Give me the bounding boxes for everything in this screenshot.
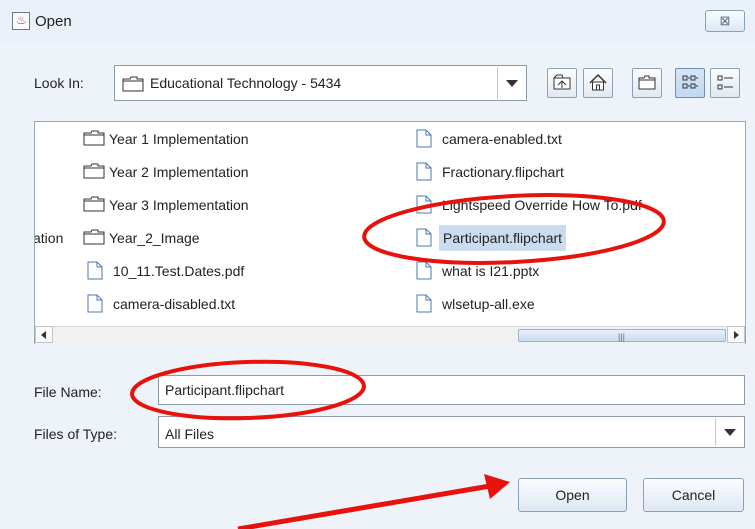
file-icon [416, 129, 432, 148]
list-view-button[interactable] [675, 68, 705, 98]
truncated-name: ation [34, 230, 64, 246]
scroll-right-button[interactable] [727, 326, 745, 343]
file-icon [87, 294, 103, 313]
cancel-button[interactable]: Cancel [643, 478, 744, 512]
annotation-arrow-shaft [237, 483, 491, 529]
files-of-type-value: All Files [165, 426, 215, 442]
file-name: Year_2_Image [109, 230, 200, 246]
file-name: Lightspeed Override How To.pdf [442, 197, 642, 213]
file-name-input[interactable]: Participant.flipchart [158, 375, 745, 405]
arrow-right-icon [734, 331, 739, 339]
file-icon [416, 195, 432, 214]
up-one-level-button[interactable] [547, 68, 577, 98]
look-in-value: Educational Technology - 5434 [150, 75, 342, 91]
up-folder-icon [553, 74, 571, 90]
details-view-icon [717, 75, 733, 90]
file-name: camera-enabled.txt [442, 131, 562, 147]
list-view-icon [682, 75, 698, 89]
file-name: wlsetup-all.exe [442, 296, 535, 312]
file-icon [416, 162, 432, 181]
files-of-type-dropdown[interactable] [158, 416, 745, 448]
folder-icon [83, 196, 105, 212]
home-icon [589, 73, 607, 91]
chevron-down-icon[interactable] [715, 418, 744, 446]
file-icon [416, 261, 432, 280]
folder-icon [122, 76, 144, 92]
file-name: what is I21.pptx [442, 263, 540, 279]
folder-icon [83, 229, 105, 245]
details-view-button[interactable] [710, 68, 740, 98]
file-icon [416, 294, 432, 313]
java-app-icon: ♨ [12, 12, 30, 30]
files-of-type-label: Files of Type: [34, 426, 118, 442]
file-name-label: File Name: [34, 384, 102, 400]
close-button[interactable]: ⊠ [705, 10, 745, 32]
look-in-label: Look In: [34, 75, 84, 91]
arrow-left-icon [41, 331, 46, 339]
chevron-down-icon[interactable] [497, 67, 526, 99]
file-icon [87, 261, 103, 280]
folder-icon [83, 163, 105, 179]
file-name: Year 2 Implementation [109, 164, 249, 180]
file-name: camera-disabled.txt [113, 296, 236, 312]
window-title: Open [35, 13, 72, 30]
scroll-left-button[interactable] [35, 326, 53, 343]
file-name: Year 1 Implementation [109, 131, 249, 147]
file-name: Fractionary.flipchart [442, 164, 564, 180]
file-name: 10_11.Test.Dates.pdf [113, 263, 245, 279]
open-button[interactable]: Open [518, 478, 627, 512]
new-folder-icon [638, 75, 656, 90]
file-name: Year 3 Implementation [109, 197, 249, 213]
folder-icon [83, 130, 105, 146]
title-bar [0, 0, 755, 44]
file-icon [416, 228, 432, 247]
new-folder-button[interactable] [632, 68, 662, 98]
annotation-arrowhead [484, 474, 510, 499]
grip-icon: ||| [618, 332, 626, 342]
home-button[interactable] [583, 68, 613, 98]
file-list[interactable]: Year 1 Implementation Year 2 Implementat… [34, 121, 746, 344]
file-name: Participant.flipchart [439, 225, 567, 251]
